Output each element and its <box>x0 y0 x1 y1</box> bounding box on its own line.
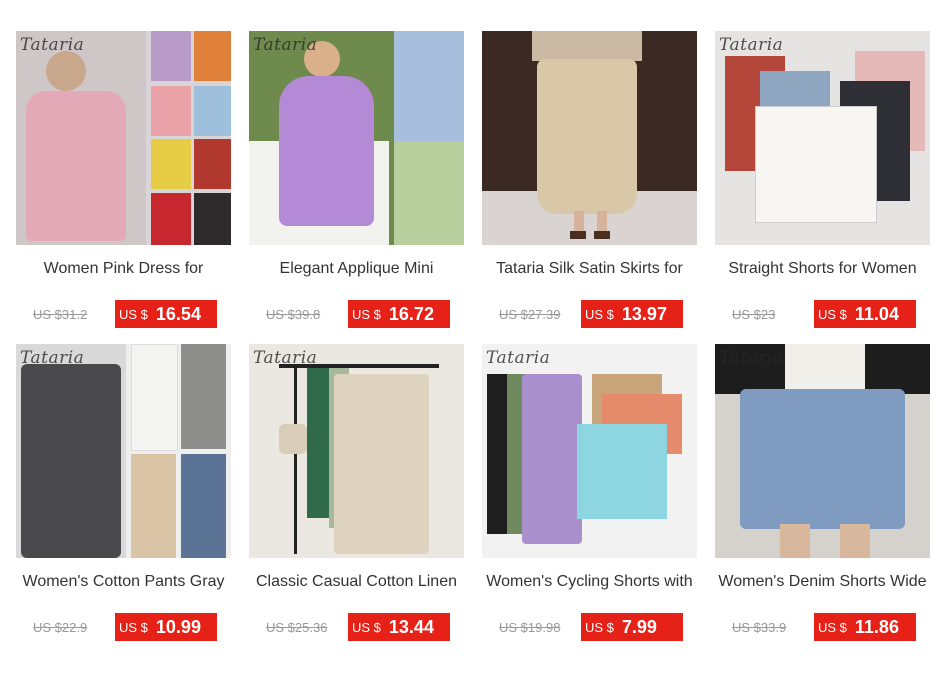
product-grid: Tataria Women Pink Dress for US $31.2 US… <box>16 31 930 657</box>
product-card[interactable]: Tataria Silk Satin Skirts for US $27.39 … <box>482 31 697 344</box>
currency-label: US $ <box>119 306 148 322</box>
product-title[interactable]: Elegant Applique Mini <box>249 260 464 282</box>
original-price: US $22.9 <box>33 620 88 635</box>
sale-price-badge: US $ 7.99 <box>581 613 683 641</box>
currency-label: US $ <box>818 619 847 635</box>
original-price: US $25.36 <box>266 620 328 635</box>
original-price: US $27.39 <box>499 307 561 322</box>
product-title[interactable]: Women's Cycling Shorts with <box>482 573 697 595</box>
price-row: US $25.36 US $ 13.44 <box>249 613 464 641</box>
brand-watermark: Tataria <box>719 348 784 368</box>
price-row: US $31.2 US $ 16.54 <box>16 300 231 328</box>
price-row: US $19.98 US $ 7.99 <box>482 613 697 641</box>
product-title[interactable]: Women Pink Dress for <box>16 260 231 282</box>
currency-label: US $ <box>818 306 847 322</box>
sale-price: 11.04 <box>854 303 899 324</box>
sale-price-badge: US $ 16.54 <box>115 300 217 328</box>
product-image[interactable] <box>482 31 697 245</box>
product-image[interactable]: Tataria <box>16 344 231 558</box>
brand-watermark: Tataria <box>253 35 318 55</box>
brand-watermark: Tataria <box>719 35 784 55</box>
sale-price-badge: US $ 11.86 <box>814 613 916 641</box>
currency-label: US $ <box>352 306 381 322</box>
product-image[interactable]: Tataria <box>16 31 231 245</box>
product-card[interactable]: Tataria Straight Shorts for Women US $23… <box>715 31 930 344</box>
product-image[interactable]: Tataria <box>482 344 697 558</box>
original-price: US $19.98 <box>499 620 561 635</box>
product-image[interactable]: Tataria <box>715 344 930 558</box>
product-image[interactable]: Tataria <box>249 344 464 558</box>
sale-price: 13.97 <box>621 303 667 324</box>
price-row: US $23 US $ 11.04 <box>715 300 930 328</box>
sale-price: 11.86 <box>854 616 899 637</box>
brand-watermark: Tataria <box>20 348 85 368</box>
product-title[interactable]: Women's Denim Shorts Wide <box>715 573 930 595</box>
original-price: US $33.9 <box>732 620 787 635</box>
sale-price: 10.99 <box>155 616 201 637</box>
sale-price-badge: US $ 11.04 <box>814 300 916 328</box>
sale-price-badge: US $ 13.44 <box>348 613 450 641</box>
price-row: US $33.9 US $ 11.86 <box>715 613 930 641</box>
brand-watermark: Tataria <box>253 348 318 368</box>
sale-price: 13.44 <box>388 616 434 637</box>
brand-watermark: Tataria <box>20 35 85 55</box>
sale-price-badge: US $ 13.97 <box>581 300 683 328</box>
brand-watermark: Tataria <box>486 348 551 368</box>
product-card[interactable]: Tataria Classic Casual Cotton Linen US $… <box>249 344 464 657</box>
product-card[interactable]: Tataria Women's Cycling Shorts with US $… <box>482 344 697 657</box>
price-row: US $39.8 US $ 16.72 <box>249 300 464 328</box>
sale-price: 7.99 <box>621 616 657 637</box>
product-title[interactable]: Classic Casual Cotton Linen <box>249 573 464 595</box>
sale-price-badge: US $ 16.72 <box>348 300 450 328</box>
currency-label: US $ <box>119 619 148 635</box>
price-row: US $22.9 US $ 10.99 <box>16 613 231 641</box>
original-price: US $39.8 <box>266 307 321 322</box>
original-price: US $31.2 <box>33 307 88 322</box>
sale-price: 16.54 <box>155 303 201 324</box>
product-title[interactable]: Women's Cotton Pants Gray <box>16 573 231 595</box>
sale-price: 16.72 <box>388 303 434 324</box>
product-card[interactable]: Tataria Elegant Applique Mini US $39.8 U… <box>249 31 464 344</box>
original-price: US $23 <box>732 307 776 322</box>
product-card[interactable]: Tataria Women Pink Dress for US $31.2 US… <box>16 31 231 344</box>
product-image[interactable]: Tataria <box>249 31 464 245</box>
price-row: US $27.39 US $ 13.97 <box>482 300 697 328</box>
product-title[interactable]: Tataria Silk Satin Skirts for <box>482 260 697 282</box>
currency-label: US $ <box>352 619 381 635</box>
product-card[interactable]: Tataria Women's Cotton Pants Gray US $22… <box>16 344 231 657</box>
product-card[interactable]: Tataria Women's Denim Shorts Wide US $33… <box>715 344 930 657</box>
sale-price-badge: US $ 10.99 <box>115 613 217 641</box>
currency-label: US $ <box>585 306 614 322</box>
product-image[interactable]: Tataria <box>715 31 930 245</box>
product-title[interactable]: Straight Shorts for Women <box>715 260 930 282</box>
currency-label: US $ <box>585 619 614 635</box>
